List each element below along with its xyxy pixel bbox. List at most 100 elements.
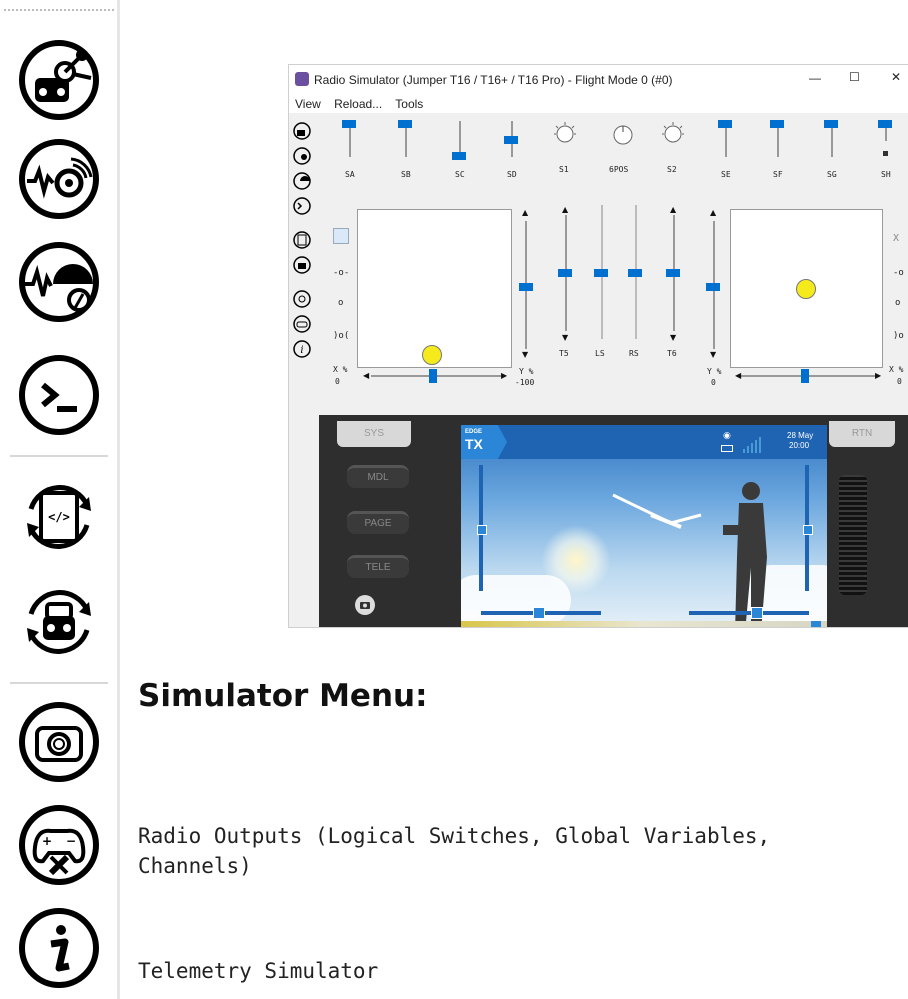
rtn-button[interactable]: RTN — [829, 421, 895, 447]
right-y-label: Y % — [707, 367, 722, 376]
signal-icon: ◉ — [723, 431, 731, 441]
arrow-up-icon[interactable]: ▲ — [710, 208, 716, 217]
lua-script-icon[interactable] — [292, 230, 312, 250]
app-icon — [295, 72, 309, 86]
mdl-button[interactable]: MDL — [347, 465, 409, 488]
arrow-down-icon[interactable]: ▼ — [710, 350, 716, 359]
knob-s1[interactable] — [553, 121, 577, 145]
svg-text:+: + — [42, 834, 52, 848]
arrow-up-icon[interactable]: ▲ — [562, 205, 568, 214]
minimize-button[interactable]: — — [809, 71, 821, 85]
camera-icon — [360, 602, 370, 609]
arrow-up-icon[interactable]: ▲ — [522, 208, 528, 217]
info-icon[interactable]: i — [292, 339, 312, 359]
hold-toggle[interactable]: X — [893, 233, 899, 244]
arrow-down-icon[interactable]: ▼ — [522, 350, 528, 359]
fix-icon[interactable]: )o( — [333, 331, 349, 341]
left-gimbal[interactable] — [357, 209, 512, 368]
joystick-icon[interactable] — [292, 255, 312, 275]
sim-toolbar: i — [289, 113, 317, 413]
radio-controller-icon[interactable] — [292, 121, 312, 141]
sys-button[interactable]: SYS — [337, 421, 411, 447]
knob-s2[interactable] — [661, 121, 685, 145]
menu-reload[interactable]: Reload... — [334, 97, 382, 111]
right-x-trim[interactable] — [801, 369, 809, 383]
trainer-signal-icon[interactable] — [17, 240, 101, 324]
radio-controller-icon[interactable] — [17, 38, 101, 122]
window-title: Radio Simulator (Jumper T16 / T16+ / T16… — [314, 73, 673, 87]
switch-label: SE — [721, 170, 731, 179]
left-x-value: 0 — [335, 377, 340, 386]
battery-icon — [721, 445, 733, 452]
lock-x-icon[interactable]: -o- — [333, 268, 349, 278]
page-button[interactable]: PAGE — [347, 511, 409, 534]
arrow-down-icon[interactable]: ▼ — [670, 333, 676, 342]
menu-tools[interactable]: Tools — [395, 97, 423, 111]
arrow-left-icon[interactable]: ◀ — [363, 371, 369, 380]
switch-sd[interactable] — [504, 136, 518, 144]
knob-label: S2 — [667, 165, 677, 174]
strip-separator — [10, 455, 108, 457]
screen-trim-knob — [477, 525, 487, 535]
menu-view[interactable]: View — [295, 97, 321, 111]
terminal-icon[interactable] — [17, 353, 101, 437]
switches-panel: SA SB SC SD S1 6POS S2 SE SF SG SH — [319, 113, 908, 183]
left-y-value: -100 — [515, 378, 535, 387]
maximize-button[interactable]: ☐ — [849, 70, 860, 84]
camera-icon[interactable] — [292, 289, 312, 309]
right-x-value: 0 — [897, 377, 902, 386]
slider-label: RS — [629, 349, 639, 358]
trainer-signal-icon[interactable] — [292, 171, 312, 191]
telemetry-eye-icon[interactable] — [17, 137, 101, 221]
switch-sf[interactable] — [770, 120, 784, 128]
right-stick-ball[interactable] — [796, 279, 816, 299]
slider-label: T5 — [559, 349, 569, 358]
lua-script-icon[interactable]: </> — [17, 475, 101, 559]
screen-topbar — [461, 425, 827, 459]
switch-sa[interactable] — [342, 120, 356, 128]
telemetry-eye-icon[interactable] — [292, 146, 312, 166]
joystick-icon[interactable] — [17, 580, 101, 664]
screenshot-button[interactable] — [355, 595, 375, 615]
lock-x-icon[interactable]: -o — [893, 268, 904, 278]
arrow-up-icon[interactable]: ▲ — [670, 205, 676, 214]
tele-button[interactable]: TELE — [347, 555, 409, 578]
screen-date: 28 May — [787, 431, 814, 440]
slider-t6[interactable] — [666, 269, 680, 277]
gamepad-settings-icon[interactable]: + − — [17, 803, 101, 887]
switch-sh[interactable] — [878, 120, 892, 128]
lock-y-icon[interactable]: o — [338, 298, 343, 308]
right-y-trim[interactable] — [706, 283, 720, 291]
screen-trim-knob — [751, 607, 763, 619]
slider-ls[interactable] — [594, 269, 608, 277]
camera-icon[interactable] — [17, 700, 101, 784]
scroll-wheel[interactable] — [839, 475, 867, 595]
glider-icon — [612, 493, 702, 529]
switch-se[interactable] — [718, 120, 732, 128]
lock-y-icon[interactable]: o — [895, 298, 900, 308]
arrow-left-icon[interactable]: ◀ — [735, 371, 741, 380]
body-line: Radio Outputs (Logical Switches, Global … — [138, 824, 771, 848]
info-icon[interactable] — [17, 906, 101, 990]
hold-toggle[interactable] — [333, 228, 349, 244]
terminal-icon[interactable] — [292, 196, 312, 216]
switch-label: SH — [881, 170, 891, 179]
switch-sg[interactable] — [824, 120, 838, 128]
left-x-trim[interactable] — [429, 369, 437, 383]
slider-rs[interactable] — [628, 269, 642, 277]
knob-6pos[interactable] — [611, 123, 635, 147]
svg-text:−: − — [66, 834, 76, 848]
left-stick-ball[interactable] — [422, 345, 442, 365]
right-gimbal[interactable] — [730, 209, 883, 368]
arrow-right-icon[interactable]: ▶ — [875, 371, 881, 380]
close-button[interactable]: ✕ — [891, 70, 901, 84]
left-y-trim[interactable] — [519, 283, 533, 291]
switch-sb[interactable] — [398, 120, 412, 128]
gamepad-settings-icon[interactable] — [292, 314, 312, 334]
slider-label: LS — [595, 349, 605, 358]
switch-sc[interactable] — [452, 152, 466, 160]
slider-t5[interactable] — [558, 269, 572, 277]
fix-icon[interactable]: )o — [893, 331, 904, 341]
arrow-right-icon[interactable]: ▶ — [501, 371, 507, 380]
arrow-down-icon[interactable]: ▼ — [562, 333, 568, 342]
